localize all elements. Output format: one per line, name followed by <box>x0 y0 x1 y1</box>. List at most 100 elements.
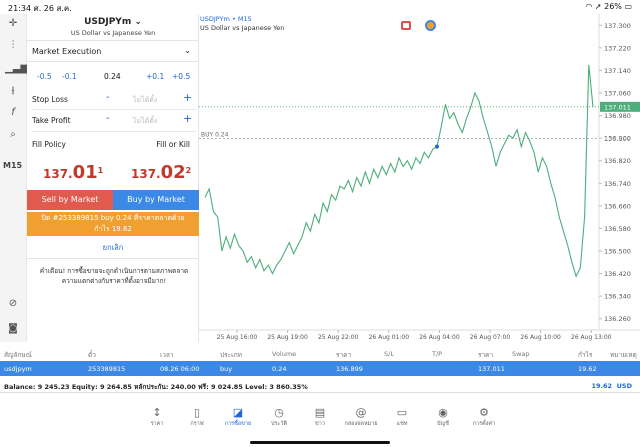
x-tick-label: 26 Aug 10:00 <box>520 334 561 341</box>
zoom-icon[interactable]: ⊘ <box>5 297 21 311</box>
settings-sliders-icon[interactable]: ⫲ <box>5 84 21 98</box>
status-right: ◠ ➚ 26% ▭ <box>585 2 632 11</box>
chart-toolbar: ✛ ⫶ ▁▃▆ ⫲ f ⌕ M15 ⊘ ◙ <box>0 14 28 342</box>
buy-by-market-button[interactable]: Buy by Market <box>113 190 199 210</box>
y-tick-label: 137.140 <box>604 67 631 75</box>
volume-minus-small-button[interactable]: -0.1 <box>62 72 77 81</box>
stop-loss-plus-button[interactable]: + <box>183 91 192 104</box>
positions-table-header: สัญลักษณ์ ตั๋ว เวลา ประเภท Volume ราคา S/L T/P ร… <box>0 346 640 360</box>
tab-quotes[interactable]: ↕ ราคา <box>137 406 177 428</box>
tab-trade[interactable]: ◪ การซื้อขาย <box>218 406 258 428</box>
column-header: ราคา <box>478 351 494 359</box>
y-tick-label: 137.220 <box>604 44 631 52</box>
location-icon: ➚ <box>594 2 602 11</box>
close-position-button[interactable]: ปิด #253389815 buy 0.24 ที่ราคาตลาดด้วย … <box>27 212 199 236</box>
crosshair-icon[interactable]: ✛ <box>5 17 21 31</box>
symbol-name: USDJPYm <box>84 17 132 27</box>
x-tick-label: 26 Aug 04:00 <box>419 334 460 341</box>
tab-label: กราฟ <box>190 421 204 427</box>
chart-type-icon[interactable]: ⫶ <box>5 39 21 53</box>
tab-label: การตั้งค่า <box>472 421 496 427</box>
market-warning: คำเตือน! การซื้อขายจะถูกดำเนินการตามสภาพ… <box>32 266 196 286</box>
tab-history[interactable]: ◷ ประวัติ <box>259 406 299 428</box>
price-chart[interactable]: USDJPYm • M15 US Dollar vs Japanese Yen … <box>199 14 640 342</box>
fill-policy-select[interactable]: Fill or Kill <box>156 140 190 149</box>
trade-icon: ◪ <box>232 406 244 419</box>
take-profit-input[interactable]: ไม่ได้ตั้ง <box>133 116 157 127</box>
execution-type-select[interactable]: Market Execution ⌄ <box>27 40 199 62</box>
x-tick-label: 25 Aug 19:00 <box>267 334 308 341</box>
table-cell: 253389815 <box>88 365 126 373</box>
column-header: ประเภท <box>220 351 242 359</box>
y-tick-label: 137.300 <box>604 22 631 30</box>
close-position-line-1: ปิด #253389815 buy 0.24 ที่ราคาตลาดด้วย <box>41 214 185 222</box>
volume-plus-large-button[interactable]: +0.5 <box>172 72 190 81</box>
x-tick-label: 26 Aug 13:00 <box>571 334 612 341</box>
y-tick-label: 136.340 <box>604 293 631 301</box>
tab-chat[interactable]: ▭ แชท <box>382 406 422 428</box>
volume-minus-large-button[interactable]: -0.5 <box>37 72 52 81</box>
bid-price-main: 137. <box>43 167 73 181</box>
function-icon[interactable]: f <box>5 106 21 120</box>
position-row[interactable]: usdjpym 253389815 08.26 06:00 buy 0.24 136.89… <box>0 361 640 376</box>
timeframe-button[interactable]: M15 <box>3 161 22 170</box>
balance-bar: Balance: 9 245.23 Equity: 9 264.85 หลักป… <box>0 379 640 393</box>
column-header: Volume <box>272 350 297 358</box>
price-series-line <box>204 64 594 278</box>
column-header: ราคา <box>336 351 352 359</box>
y-tick-label: 136.820 <box>604 157 631 165</box>
stop-loss-minus-button[interactable]: - <box>106 92 110 103</box>
take-profit-plus-button[interactable]: + <box>183 112 192 125</box>
symbol-selector[interactable]: USDJPYm ⌄ <box>27 17 199 27</box>
tab-charts[interactable]: ▯ กราฟ <box>177 406 217 428</box>
buy-level-label: BUY 0.24 <box>201 131 229 138</box>
volume-input[interactable]: 0.24 <box>104 72 121 81</box>
take-profit-label: Take Profit <box>32 116 71 125</box>
mailbox-icon: @ <box>355 406 367 419</box>
balance-summary: Balance: 9 245.23 Equity: 9 264.85 หลักป… <box>4 383 308 391</box>
warning-line-2: ความแตกต่างกับราคาที่ตั้งอาจมีมาก! <box>61 277 167 285</box>
column-header: Swap <box>512 350 530 358</box>
execution-type-label: Market Execution <box>32 47 102 56</box>
trade-panel: USDJPYm ⌄ US Dollar vs Japanese Yen Mark… <box>27 14 199 342</box>
table-cell: buy <box>220 365 233 373</box>
history-icon: ◷ <box>274 406 284 419</box>
tab-accounts[interactable]: ◉ บัญชี <box>423 406 463 428</box>
divider <box>32 109 196 110</box>
symbol-description: US Dollar vs Japanese Yen <box>70 29 156 37</box>
divider <box>32 131 196 132</box>
table-cell: 136.899 <box>336 365 363 373</box>
objects-icon[interactable]: ⌕ <box>5 128 21 142</box>
y-tick-label: 136.420 <box>604 270 631 278</box>
table-cell: 0.24 <box>272 365 287 373</box>
status-bar: 21:34 ศ. 26 ส.ค. ◠ ➚ 26% ▭ <box>0 0 640 14</box>
volume-plus-small-button[interactable]: +0.1 <box>146 72 164 81</box>
tab-label: ราคา <box>150 421 164 427</box>
tab-settings[interactable]: ⚙ การตั้งค่า <box>464 406 504 428</box>
tab-mailbox[interactable]: @ กล่องจดหมาย <box>341 406 381 428</box>
column-header: เวลา <box>160 351 174 359</box>
status-date: ศ. 26 ส.ค. <box>33 4 72 13</box>
fill-policy-label: Fill Policy <box>32 140 66 149</box>
buy-level-price: 136.899 <box>604 135 631 143</box>
tab-label: ข่าว <box>315 421 325 427</box>
bid-price: 137.011 <box>43 162 103 183</box>
x-tick-label: 25 Aug 16:00 <box>217 334 258 341</box>
take-profit-minus-button[interactable]: - <box>106 113 110 124</box>
x-tick-label: 26 Aug 07:00 <box>470 334 511 341</box>
cancel-button[interactable]: ยกเลิก <box>27 242 199 254</box>
ask-price-big: 02 <box>160 162 186 183</box>
y-tick-label: 136.580 <box>604 225 631 233</box>
sell-by-market-button[interactable]: Sell by Market <box>27 190 113 210</box>
chevron-down-icon: ⌄ <box>134 17 142 27</box>
x-tick-label: 25 Aug 22:00 <box>318 334 359 341</box>
indicators-icon[interactable]: ▁▃▆ <box>5 62 28 76</box>
ask-price-main: 137. <box>131 167 161 181</box>
close-position-line-2: กำไร 19.62 <box>94 225 132 233</box>
clock: 21:34 <box>8 4 32 13</box>
bid-price-pip: 1 <box>97 166 104 175</box>
one-click-trading-icon[interactable]: ◙ <box>5 322 21 336</box>
divider <box>27 258 199 259</box>
stop-loss-input[interactable]: ไม่ได้ตั้ง <box>133 95 157 106</box>
tab-news[interactable]: ▤ ข่าว <box>300 406 340 428</box>
